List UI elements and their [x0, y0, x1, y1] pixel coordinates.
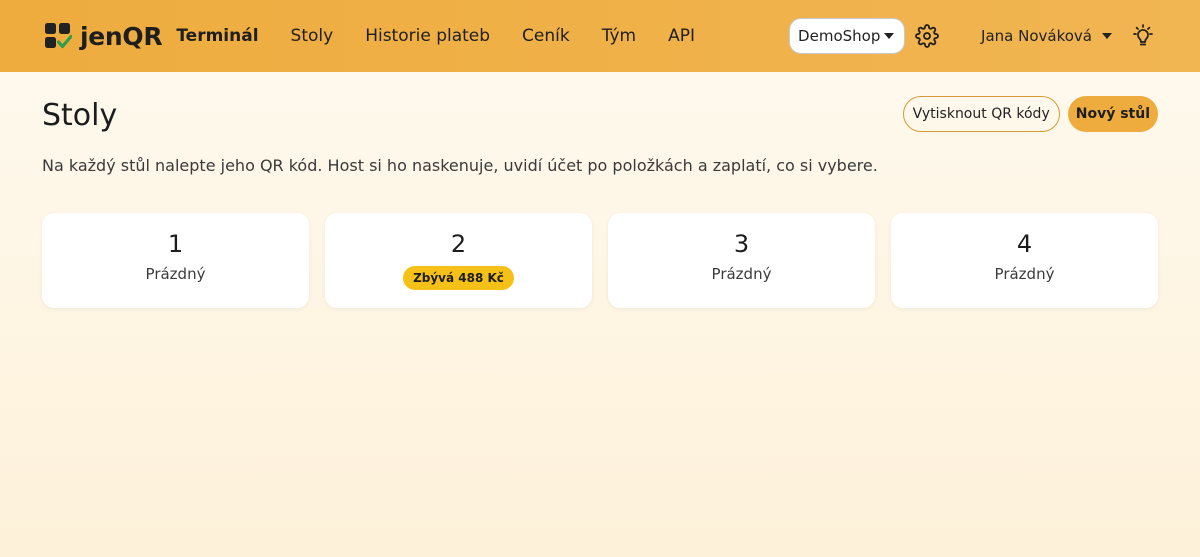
user-name: Jana Nováková	[981, 27, 1092, 45]
page-header: Stoly Vytisknout QR kódy Nový stůl	[42, 72, 1158, 156]
new-table-button[interactable]: Nový stůl	[1067, 96, 1158, 132]
nav-item-stoly[interactable]: Stoly	[291, 26, 334, 46]
chevron-down-icon	[884, 33, 895, 39]
shop-select[interactable]: DemoShop	[789, 18, 906, 54]
logo-icon	[45, 23, 72, 49]
table-card[interactable]: 4 Prázdný	[891, 213, 1158, 308]
table-card[interactable]: 1 Prázdný	[42, 213, 309, 308]
table-card[interactable]: 2 Zbývá 488 Kč	[325, 213, 592, 308]
brand-logo[interactable]: jenQR	[44, 21, 163, 51]
table-number: 4	[1016, 230, 1033, 258]
nav-item-cenik[interactable]: Ceník	[522, 26, 570, 46]
table-status: Prázdný	[994, 265, 1055, 283]
nav-item-terminal[interactable]: Terminál	[176, 26, 258, 46]
user-menu[interactable]: Jana Nováková	[981, 27, 1112, 45]
nav-item-api[interactable]: API	[668, 26, 695, 46]
shop-select-value: DemoShop	[798, 27, 881, 45]
table-number: 1	[167, 230, 184, 258]
lightbulb-icon[interactable]	[1130, 23, 1156, 49]
top-navbar: jenQR Terminál Stoly Historie plateb Cen…	[0, 0, 1200, 72]
nav-item-tym[interactable]: Tým	[602, 26, 636, 46]
page-subtitle: Na každý stůl nalepte jeho QR kód. Host …	[42, 156, 878, 175]
nav-right-group: DemoShop Jana Nováková	[789, 0, 1156, 72]
chevron-down-icon	[1102, 33, 1112, 39]
gear-icon[interactable]	[915, 24, 939, 48]
main-nav: Terminál Stoly Historie plateb Ceník Tým…	[176, 26, 727, 46]
table-status: Prázdný	[145, 265, 206, 283]
print-qr-button[interactable]: Vytisknout QR kódy	[902, 96, 1060, 132]
main-content: Stoly Vytisknout QR kódy Nový stůl Na ka…	[0, 72, 1200, 308]
header-actions: Vytisknout QR kódy Nový stůl	[902, 96, 1158, 132]
brand-name: jenQR	[80, 21, 163, 51]
tables-grid: 1 Prázdný 2 Zbývá 488 Kč 3 Prázdný 4 Prá…	[42, 213, 1158, 308]
page-title: Stoly	[42, 98, 118, 133]
table-status: Prázdný	[711, 265, 772, 283]
table-number: 3	[733, 230, 750, 258]
nav-item-historie-plateb[interactable]: Historie plateb	[365, 26, 490, 46]
table-number: 2	[450, 230, 467, 258]
remaining-amount-badge: Zbývá 488 Kč	[403, 266, 514, 290]
table-card[interactable]: 3 Prázdný	[608, 213, 875, 308]
